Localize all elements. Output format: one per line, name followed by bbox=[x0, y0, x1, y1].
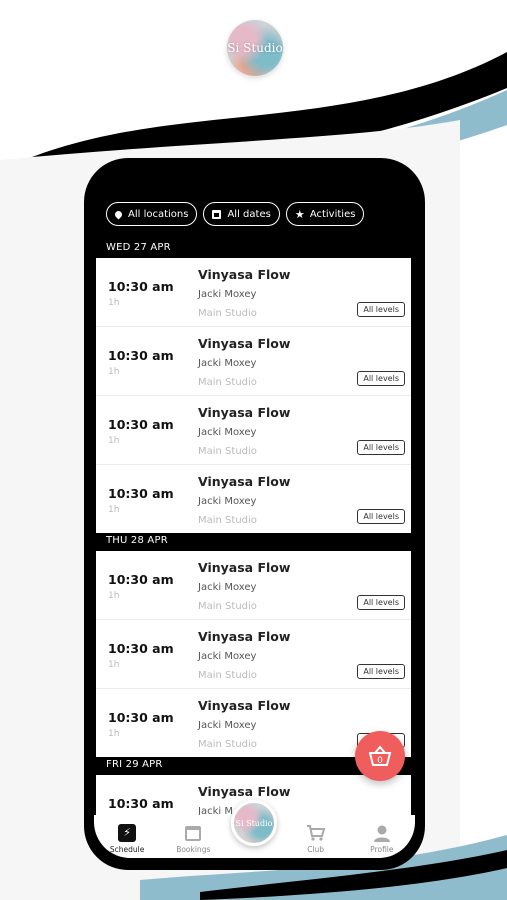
level-badge: All levels bbox=[357, 664, 405, 679]
star-icon: ★ bbox=[294, 207, 305, 221]
logo-text: Si Studio bbox=[235, 818, 273, 828]
date-header: FRI 29 APR bbox=[106, 759, 163, 770]
filter-bar: All locations All dates ★ Activities bbox=[106, 202, 365, 226]
class-room: Main Studio bbox=[198, 515, 257, 526]
class-row[interactable]: 10:30 am 1h Vinyasa Flow Jacki Moxey Mai… bbox=[96, 396, 411, 465]
class-row[interactable]: 10:30 am 1h Vinyasa Flow Jacki Moxey Mai… bbox=[96, 620, 411, 689]
class-time: 10:30 am bbox=[108, 279, 174, 294]
class-duration: 1h bbox=[108, 367, 120, 377]
nav-club[interactable]: Club bbox=[286, 824, 346, 854]
class-row[interactable]: 10:30 am 1h Vinyasa Flow Jacki Moxey Mai… bbox=[96, 327, 411, 396]
class-title: Vinyasa Flow bbox=[198, 405, 291, 420]
nav-label: Schedule bbox=[109, 845, 145, 854]
class-teacher: Jacki Moxey bbox=[198, 651, 257, 662]
class-duration: 1h bbox=[108, 660, 120, 670]
filter-label: All dates bbox=[227, 208, 271, 220]
class-teacher: Jacki Moxey bbox=[198, 496, 257, 507]
class-title: Vinyasa Flow bbox=[198, 560, 291, 575]
filter-label: Activities bbox=[309, 208, 356, 220]
level-badge: All levels bbox=[357, 302, 405, 317]
class-teacher: Jacki Moxey bbox=[198, 427, 257, 438]
level-badge: All levels bbox=[357, 595, 405, 610]
class-duration: 1h bbox=[108, 591, 120, 601]
class-duration: 1h bbox=[108, 436, 120, 446]
cart-icon bbox=[306, 825, 325, 841]
class-time: 10:30 am bbox=[108, 348, 174, 363]
basket-icon: 0 bbox=[368, 745, 392, 766]
class-time: 10:30 am bbox=[108, 796, 174, 811]
class-title: Vinyasa Flow bbox=[198, 698, 291, 713]
class-teacher: Jacki Moxey bbox=[198, 358, 257, 369]
calendar-icon bbox=[212, 209, 222, 219]
class-time: 10:30 am bbox=[108, 641, 174, 656]
user-icon bbox=[373, 825, 390, 842]
class-teacher: Jacki M bbox=[198, 806, 233, 815]
class-title: Vinyasa Flow bbox=[198, 474, 291, 489]
class-teacher: Jacki Moxey bbox=[198, 289, 257, 300]
filter-locations-button[interactable]: All locations bbox=[106, 202, 198, 226]
nav-label: Profile bbox=[370, 845, 394, 854]
filter-activities-button[interactable]: ★ Activities bbox=[285, 202, 365, 226]
class-time: 10:30 am bbox=[108, 710, 174, 725]
level-badge: All levels bbox=[357, 440, 405, 455]
class-title: Vinyasa Flow bbox=[198, 336, 291, 351]
class-title: Vinyasa Flow bbox=[198, 784, 291, 799]
lightning-icon: ⚡ bbox=[118, 824, 137, 842]
class-room: Main Studio bbox=[198, 670, 257, 681]
class-title: Vinyasa Flow bbox=[198, 629, 291, 644]
nav-schedule[interactable]: ⚡ Schedule bbox=[97, 824, 157, 854]
studio-logo: Si Studio bbox=[227, 20, 283, 76]
class-room: Main Studio bbox=[198, 739, 257, 750]
date-header: WED 27 APR bbox=[106, 242, 171, 253]
level-badge: All levels bbox=[357, 371, 405, 386]
class-list-day-1: 10:30 am 1h Vinyasa Flow Jacki Moxey Mai… bbox=[96, 258, 411, 533]
nav-profile[interactable]: Profile bbox=[352, 824, 412, 854]
class-time: 10:30 am bbox=[108, 417, 174, 432]
class-duration: 1h bbox=[108, 505, 120, 515]
class-title: Vinyasa Flow bbox=[198, 267, 291, 282]
home-logo-button[interactable]: Si Studio bbox=[231, 800, 277, 846]
class-duration: 1h bbox=[108, 298, 120, 308]
class-teacher: Jacki Moxey bbox=[198, 720, 257, 731]
level-badge: All levels bbox=[357, 509, 405, 524]
class-room: Main Studio bbox=[198, 308, 257, 319]
nav-bookings[interactable]: Bookings bbox=[163, 824, 223, 854]
calendar-icon bbox=[185, 825, 202, 841]
basket-button[interactable]: 0 bbox=[355, 731, 405, 781]
logo-text: Si Studio bbox=[227, 41, 283, 55]
class-time: 10:30 am bbox=[108, 572, 174, 587]
class-teacher: Jacki Moxey bbox=[198, 582, 257, 593]
class-room: Main Studio bbox=[198, 601, 257, 612]
nav-label: Club bbox=[307, 845, 325, 854]
nav-label: Bookings bbox=[176, 845, 211, 854]
class-duration: 1h bbox=[108, 729, 120, 739]
class-row[interactable]: 10:30 am 1h Vinyasa Flow Jacki Moxey Mai… bbox=[96, 258, 411, 327]
location-pin-icon bbox=[113, 209, 124, 219]
class-row[interactable]: 10:30 am 1h Vinyasa Flow Jacki Moxey Mai… bbox=[96, 551, 411, 620]
class-room: Main Studio bbox=[198, 446, 257, 457]
date-header: THU 28 APR bbox=[106, 535, 168, 546]
filter-label: All locations bbox=[128, 208, 189, 220]
class-list-day-2: 10:30 am 1h Vinyasa Flow Jacki Moxey Mai… bbox=[96, 551, 411, 757]
class-time: 10:30 am bbox=[108, 486, 174, 501]
class-row[interactable]: 10:30 am 1h Vinyasa Flow Jacki Moxey Mai… bbox=[96, 465, 411, 533]
filter-dates-button[interactable]: All dates bbox=[203, 202, 280, 226]
basket-count: 0 bbox=[377, 756, 383, 766]
class-room: Main Studio bbox=[198, 377, 257, 388]
